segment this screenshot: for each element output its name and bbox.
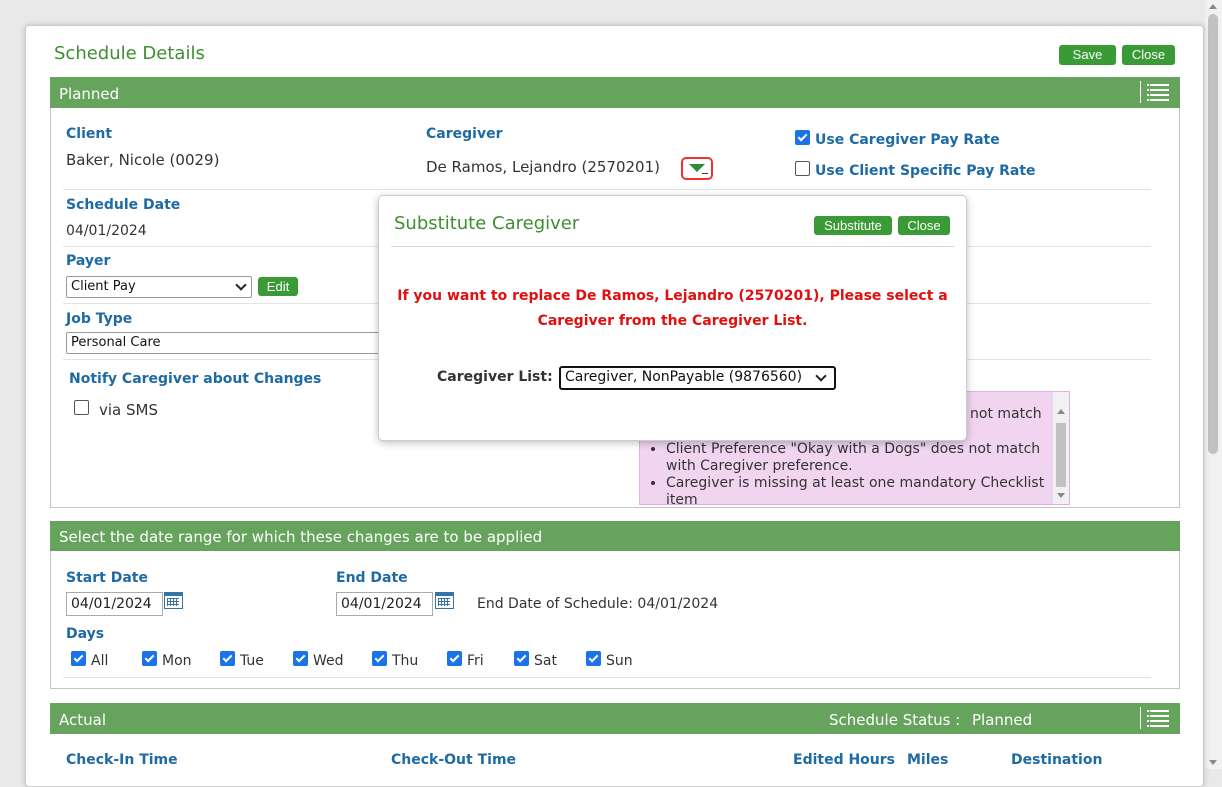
warning-item: Client Preference "Okay with a Dogs" doe… [666, 441, 1066, 475]
client-value: Baker, Nicole (0029) [66, 151, 220, 169]
caregiver-list-select[interactable]: Caregiver, NonPayable (9876560) [559, 366, 836, 390]
day-label-tue: Tue [240, 653, 264, 669]
date-range-header: Select the date range for which these ch… [50, 521, 1180, 551]
edit-payer-button[interactable]: Edit [258, 277, 298, 296]
popup-message: If you want to replace De Ramos, Lejandr… [379, 284, 966, 334]
destination-header: Destination [1011, 752, 1103, 768]
end-date-value: 04/01/2024 [341, 596, 422, 612]
scroll-down-icon[interactable] [1057, 493, 1065, 498]
day-checkbox-thu[interactable] [372, 651, 387, 666]
end-date-input[interactable]: 04/01/2024 [336, 592, 433, 616]
substitute-caregiver-popup: Substitute Caregiver Substitute Close If… [378, 195, 967, 441]
client-label: Client [66, 126, 113, 142]
payer-select-value: Client Pay [71, 279, 136, 294]
schedule-status-value: Planned [972, 711, 1033, 729]
day-checkbox-tue[interactable] [220, 651, 235, 666]
start-date-value: 04/01/2024 [71, 596, 152, 612]
end-date-label: End Date [336, 570, 408, 586]
planned-header: Planned [50, 77, 1180, 108]
day-checkbox-sat[interactable] [514, 651, 529, 666]
popup-title: Substitute Caregiver [394, 213, 580, 234]
miles-header: Miles [907, 752, 949, 768]
warnings-scrollbar[interactable] [1053, 392, 1069, 504]
via-sms-label: via SMS [99, 401, 158, 419]
scroll-up-icon[interactable] [1209, 4, 1217, 9]
days-label: Days [66, 626, 105, 642]
list-icon[interactable] [1140, 707, 1171, 729]
triangle-down-icon [689, 164, 705, 172]
job-type-select-value: Personal Care [71, 335, 161, 350]
day-checkbox-sun[interactable] [586, 651, 601, 666]
job-type-select[interactable]: Personal Care [66, 332, 388, 354]
page-title: Schedule Details [54, 43, 205, 64]
calendar-icon[interactable] [164, 592, 183, 609]
start-date-label: Start Date [66, 570, 148, 586]
warning-item: Caregiver is missing at least one mandat… [666, 475, 1066, 504]
day-label-mon: Mon [162, 653, 192, 669]
date-range-title: Select the date range for which these ch… [59, 528, 543, 546]
caregiver-list-value: Caregiver, NonPayable (9876560) [565, 369, 803, 385]
end-of-schedule-text: End Date of Schedule: 04/01/2024 [477, 596, 719, 612]
close-button[interactable]: Close [1122, 45, 1175, 65]
use-caregiver-pay-rate-checkbox[interactable] [795, 130, 810, 145]
list-icon[interactable] [1140, 81, 1171, 103]
day-label-wed: Wed [313, 653, 344, 669]
payer-select[interactable]: Client Pay [66, 276, 252, 298]
day-checkbox-fri[interactable] [447, 651, 462, 666]
chevron-down-icon [815, 370, 827, 382]
check-out-time-header: Check-Out Time [391, 752, 517, 768]
caregiver-dropdown-button[interactable] [681, 157, 713, 180]
warning-item: not match [970, 406, 1042, 422]
edited-hours-header: Edited Hours [793, 752, 896, 768]
start-date-input[interactable]: 04/01/2024 [66, 592, 163, 616]
scroll-thumb[interactable] [1056, 423, 1066, 487]
schedule-date-value: 04/01/2024 [66, 223, 147, 239]
planned-title: Planned [59, 85, 120, 103]
use-client-pay-rate-label: Use Client Specific Pay Rate [815, 163, 1036, 179]
day-checkbox-wed[interactable] [293, 651, 308, 666]
divider [63, 677, 1151, 678]
substitute-button[interactable]: Substitute [814, 216, 892, 235]
day-label-fri: Fri [467, 653, 484, 669]
divider [63, 189, 1151, 190]
scroll-down-icon[interactable] [1209, 760, 1217, 765]
actual-title: Actual [59, 711, 106, 729]
check-in-time-header: Check-In Time [66, 752, 178, 768]
calendar-icon[interactable] [435, 592, 454, 609]
popup-close-button[interactable]: Close [898, 216, 950, 235]
notify-caregiver-label: Notify Caregiver about Changes [69, 371, 322, 387]
save-button[interactable]: Save [1059, 45, 1116, 65]
via-sms-checkbox[interactable] [74, 400, 89, 415]
day-checkbox-mon[interactable] [142, 651, 157, 666]
day-label-sat: Sat [534, 653, 557, 669]
popup-message-line: Caregiver from the Caregiver List. [537, 313, 808, 329]
day-label-sun: Sun [606, 653, 633, 669]
day-label-thu: Thu [392, 653, 419, 669]
schedule-date-label: Schedule Date [66, 197, 181, 213]
day-checkbox-all[interactable] [71, 651, 86, 666]
job-type-label: Job Type [66, 311, 133, 327]
caregiver-value: De Ramos, Lejandro (2570201) [426, 158, 660, 176]
scroll-up-icon[interactable] [1057, 409, 1065, 414]
popup-message-line: If you want to replace De Ramos, Lejandr… [397, 288, 948, 304]
schedule-status-label: Schedule Status : [829, 711, 961, 729]
scroll-thumb[interactable] [1208, 14, 1218, 454]
chevron-down-icon [235, 279, 247, 291]
page-scrollbar[interactable] [1205, 0, 1222, 769]
use-caregiver-pay-rate-label: Use Caregiver Pay Rate [815, 132, 1000, 148]
use-client-pay-rate-checkbox[interactable] [795, 161, 810, 176]
caregiver-label: Caregiver [426, 126, 503, 142]
caregiver-list-label: Caregiver List: [437, 369, 553, 385]
actual-header: Actual Schedule Status : Planned [50, 703, 1180, 734]
day-label-all: All [91, 653, 109, 669]
payer-label: Payer [66, 253, 111, 269]
divider [391, 246, 954, 247]
